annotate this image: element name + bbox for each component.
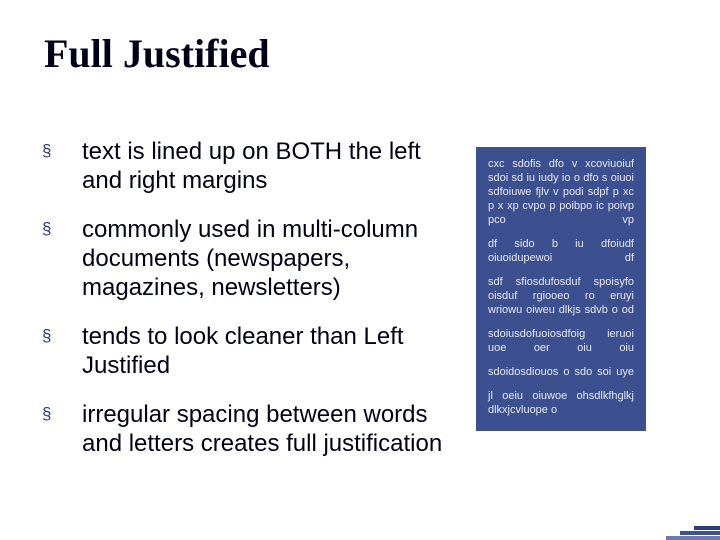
bullet-marker-icon: § <box>40 137 82 165</box>
bullet-marker-icon: § <box>40 322 82 350</box>
bullet-marker-icon: § <box>40 215 82 243</box>
list-item: § tends to look cleaner than Left Justif… <box>40 322 460 380</box>
list-item: § text is lined up on BOTH the left and … <box>40 137 460 195</box>
example-paragraph: sdoiusdofuoiosdfoig ieruoi uoe oer oiu o… <box>488 327 634 355</box>
bullet-list: § text is lined up on BOTH the left and … <box>40 137 476 478</box>
slide-title: Full Justified <box>44 30 680 77</box>
example-paragraph: sdoidosdiouos o sdo soi uye <box>488 365 634 379</box>
bullet-text: commonly used in multi-column documents … <box>82 215 460 302</box>
corner-accent-icon <box>666 508 720 540</box>
example-paragraph: jl oeiu oiuwoe ohsdlkfhglkj dlkxjcvluope… <box>488 389 634 417</box>
bullet-text: text is lined up on BOTH the left and ri… <box>82 137 460 195</box>
content-row: § text is lined up on BOTH the left and … <box>40 137 680 478</box>
justified-example-box: cxc sdofis dfo v xcoviuoiuf sdoi sd iu i… <box>476 147 646 431</box>
bullet-text: irregular spacing between words and lett… <box>82 400 460 458</box>
list-item: § commonly used in multi-column document… <box>40 215 460 302</box>
example-paragraph: cxc sdofis dfo v xcoviuoiuf sdoi sd iu i… <box>488 157 634 227</box>
example-paragraph: sdf sfiosdufosduf spoisyfo oisduf rgiooe… <box>488 275 634 317</box>
bullet-marker-icon: § <box>40 400 82 428</box>
list-item: § irregular spacing between words and le… <box>40 400 460 458</box>
example-paragraph: df sido b iu dfoiudf oiuoidupewoi df <box>488 237 634 265</box>
bullet-text: tends to look cleaner than Left Justifie… <box>82 322 460 380</box>
slide: Full Justified § text is lined up on BOT… <box>0 0 720 540</box>
